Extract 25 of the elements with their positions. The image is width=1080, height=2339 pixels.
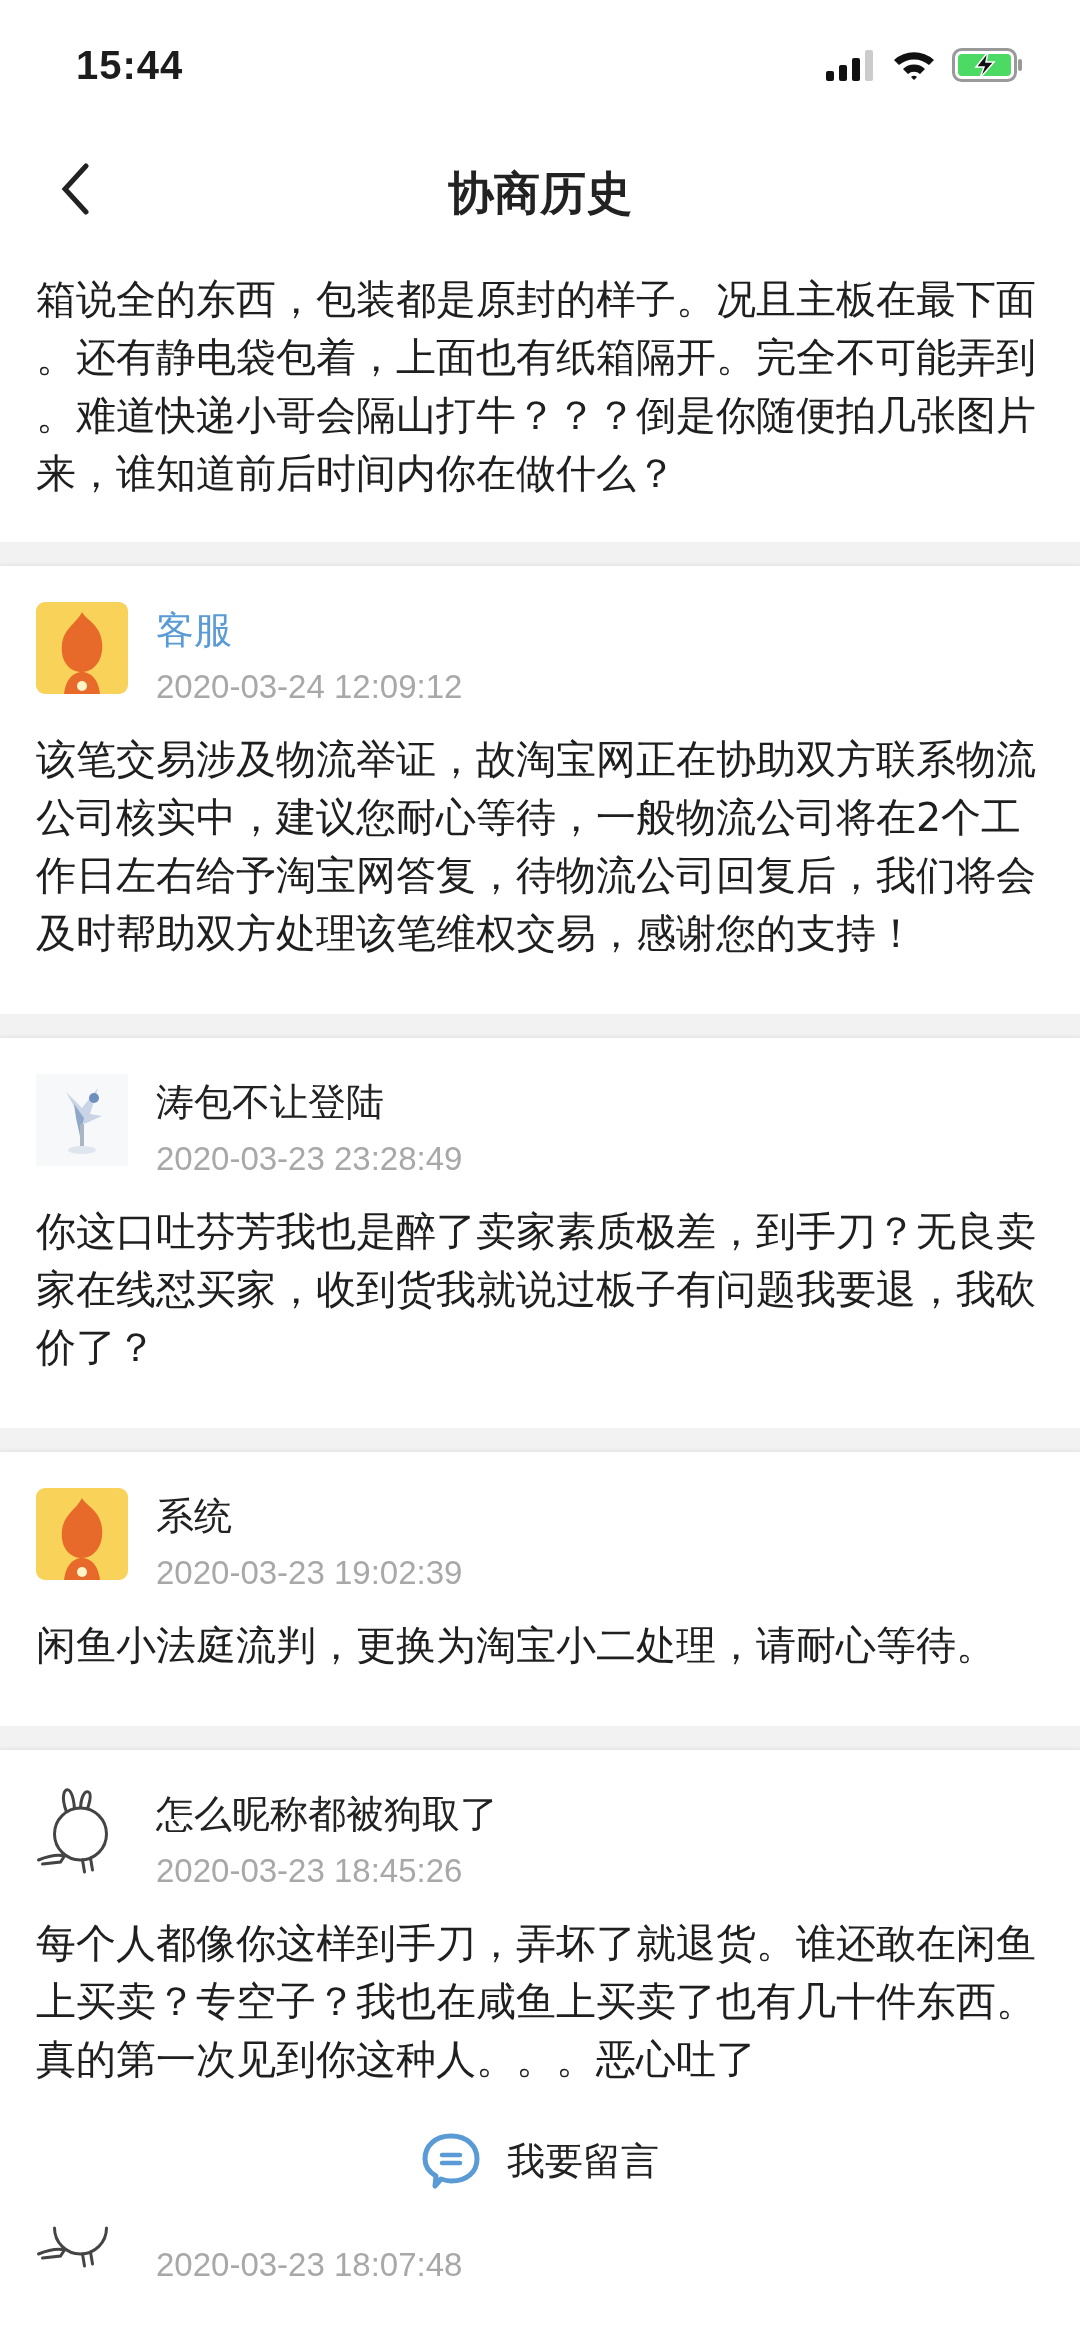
message-time: 2020-03-23 19:02:39 [156,1553,463,1593]
author-name: 怎么昵称都被狗取了 [156,1791,498,1838]
signal-icon [826,49,876,81]
chat-bubble-icon [421,2132,481,2190]
author-name: 涛包不让登陆 [156,1079,385,1126]
message-time: 2020-03-23 23:28:49 [156,1139,463,1179]
page-title: 协商历史 [448,165,632,222]
leave-message-button[interactable]: 我要留言 [411,2126,669,2196]
message-text: 每个人都像你这样到手刀，弄坏了就退货。谁还敢在闲鱼上买卖？专空子？我也在咸鱼上买卖了也有几十件东西。真的第一次见到你这种人。。。恶心吐了 [36,1919,1037,2084]
message-time: 2020-03-23 18:45:26 [156,1851,464,1891]
message-text: 你这口吐芬芳我也是醉了卖家素质极差，到手刀？无良卖家在线怼买家，收到货我就说过板子有问题我要退，我砍价了？ [36,1207,1037,1372]
message-time: 2020-03-24 12:09:12 [156,667,463,707]
mascot-avatar-icon [36,602,128,694]
mascot-avatar-icon [36,1488,128,1580]
bunny-avatar-icon [36,2226,110,2268]
author-name: 客服 [156,607,233,654]
message-time: 2020-03-23 18:07:48 [156,2245,463,2285]
message-text: 该笔交易涉及物流举证，故淘宝网正在协助双方联系物流公司核实中，建议您耐心等待，一般物流公司将在2个工作日左右给予淘宝网答复，待物流公司回复后，我们将会及时帮助双方处理该笔维权交易，感谢您的支持！ [36,735,1037,958]
battery-charging-icon [952,48,1024,82]
clock-time: 15:44 [76,42,184,88]
message-text: 箱说全的东西，包装都是原封的样子。况且主板在最下面。还有静电袋包着，上面也有纸箱隔开。完全不可能弄到。难道快递小哥会隔山打牛？？？倒是你随便拍几张图片来，谁知道前后时间内你在做什么？ [36,275,1037,498]
bunny-avatar-icon [36,1786,110,1874]
message-text: 闲鱼小法庭流判，更换为淘宝小二处理，请耐心等待。 [36,1621,997,1670]
wifi-icon [892,49,936,81]
author-name: 系统 [156,1493,233,1540]
